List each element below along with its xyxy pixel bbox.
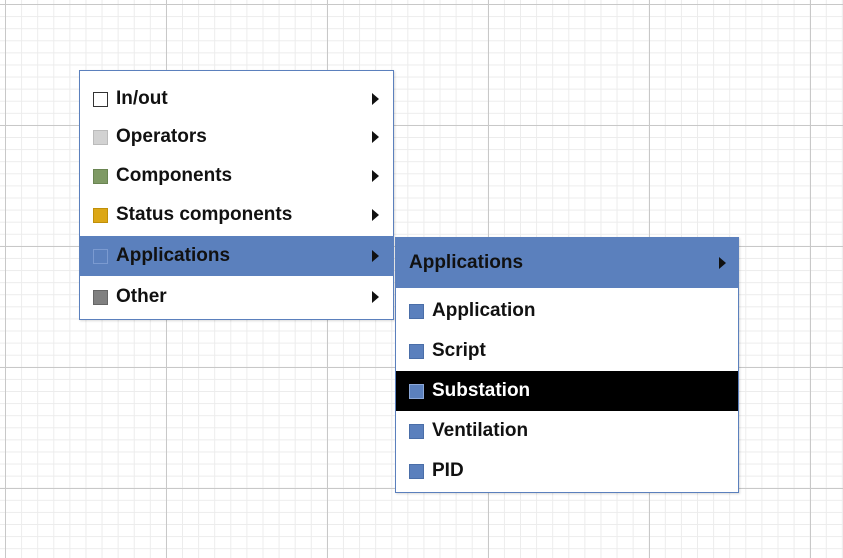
yellow-square-icon (93, 207, 108, 223)
submenu-arrow-icon (372, 131, 379, 143)
light-gray-square-icon (93, 129, 108, 145)
submenu-item-label: Substation (432, 380, 531, 401)
menu-item-status-components[interactable]: Status components (80, 195, 393, 235)
gray-square-icon (93, 289, 108, 305)
submenu-arrow-icon (719, 257, 726, 269)
menu-item-other[interactable]: Other (80, 277, 393, 317)
blue-square-icon (409, 383, 424, 399)
blue-square-icon (409, 303, 424, 319)
context-menu: In/out Operators Components Status compo… (79, 70, 394, 320)
submenu-header-label: Applications (409, 252, 524, 273)
submenu-arrow-icon (372, 291, 379, 303)
submenu-item-substation[interactable]: Substation (396, 371, 738, 411)
menu-item-label: Components (116, 165, 233, 186)
menu-item-label: Operators (116, 126, 207, 147)
submenu-arrow-icon (372, 250, 379, 262)
submenu-arrow-icon (372, 170, 379, 182)
submenu-header[interactable]: Applications (396, 238, 738, 288)
submenu-arrow-icon (372, 93, 379, 105)
submenu-item-label: PID (432, 460, 464, 481)
menu-item-label: Applications (116, 245, 231, 266)
menu-item-in-out[interactable]: In/out (80, 79, 393, 119)
blue-square-icon (93, 248, 108, 264)
submenu-item-ventilation[interactable]: Ventilation (396, 411, 738, 451)
menu-item-components[interactable]: Components (80, 156, 393, 196)
menu-item-operators[interactable]: Operators (80, 117, 393, 157)
submenu-arrow-icon (372, 209, 379, 221)
submenu-item-script[interactable]: Script (396, 331, 738, 371)
applications-submenu: Applications Application Script Substati… (395, 237, 739, 493)
blue-square-icon (409, 463, 424, 479)
white-square-icon (93, 91, 108, 107)
submenu-item-pid[interactable]: PID (396, 451, 738, 491)
menu-item-label: Status components (116, 204, 293, 225)
blue-square-icon (409, 423, 424, 439)
menu-item-label: In/out (116, 88, 168, 109)
submenu-item-label: Script (432, 340, 486, 361)
submenu-item-label: Ventilation (432, 420, 529, 441)
green-square-icon (93, 168, 108, 184)
menu-item-applications[interactable]: Applications (80, 236, 393, 276)
blue-square-icon (409, 343, 424, 359)
submenu-item-label: Application (432, 300, 536, 321)
menu-item-label: Other (116, 286, 167, 307)
submenu-item-application[interactable]: Application (396, 291, 738, 331)
